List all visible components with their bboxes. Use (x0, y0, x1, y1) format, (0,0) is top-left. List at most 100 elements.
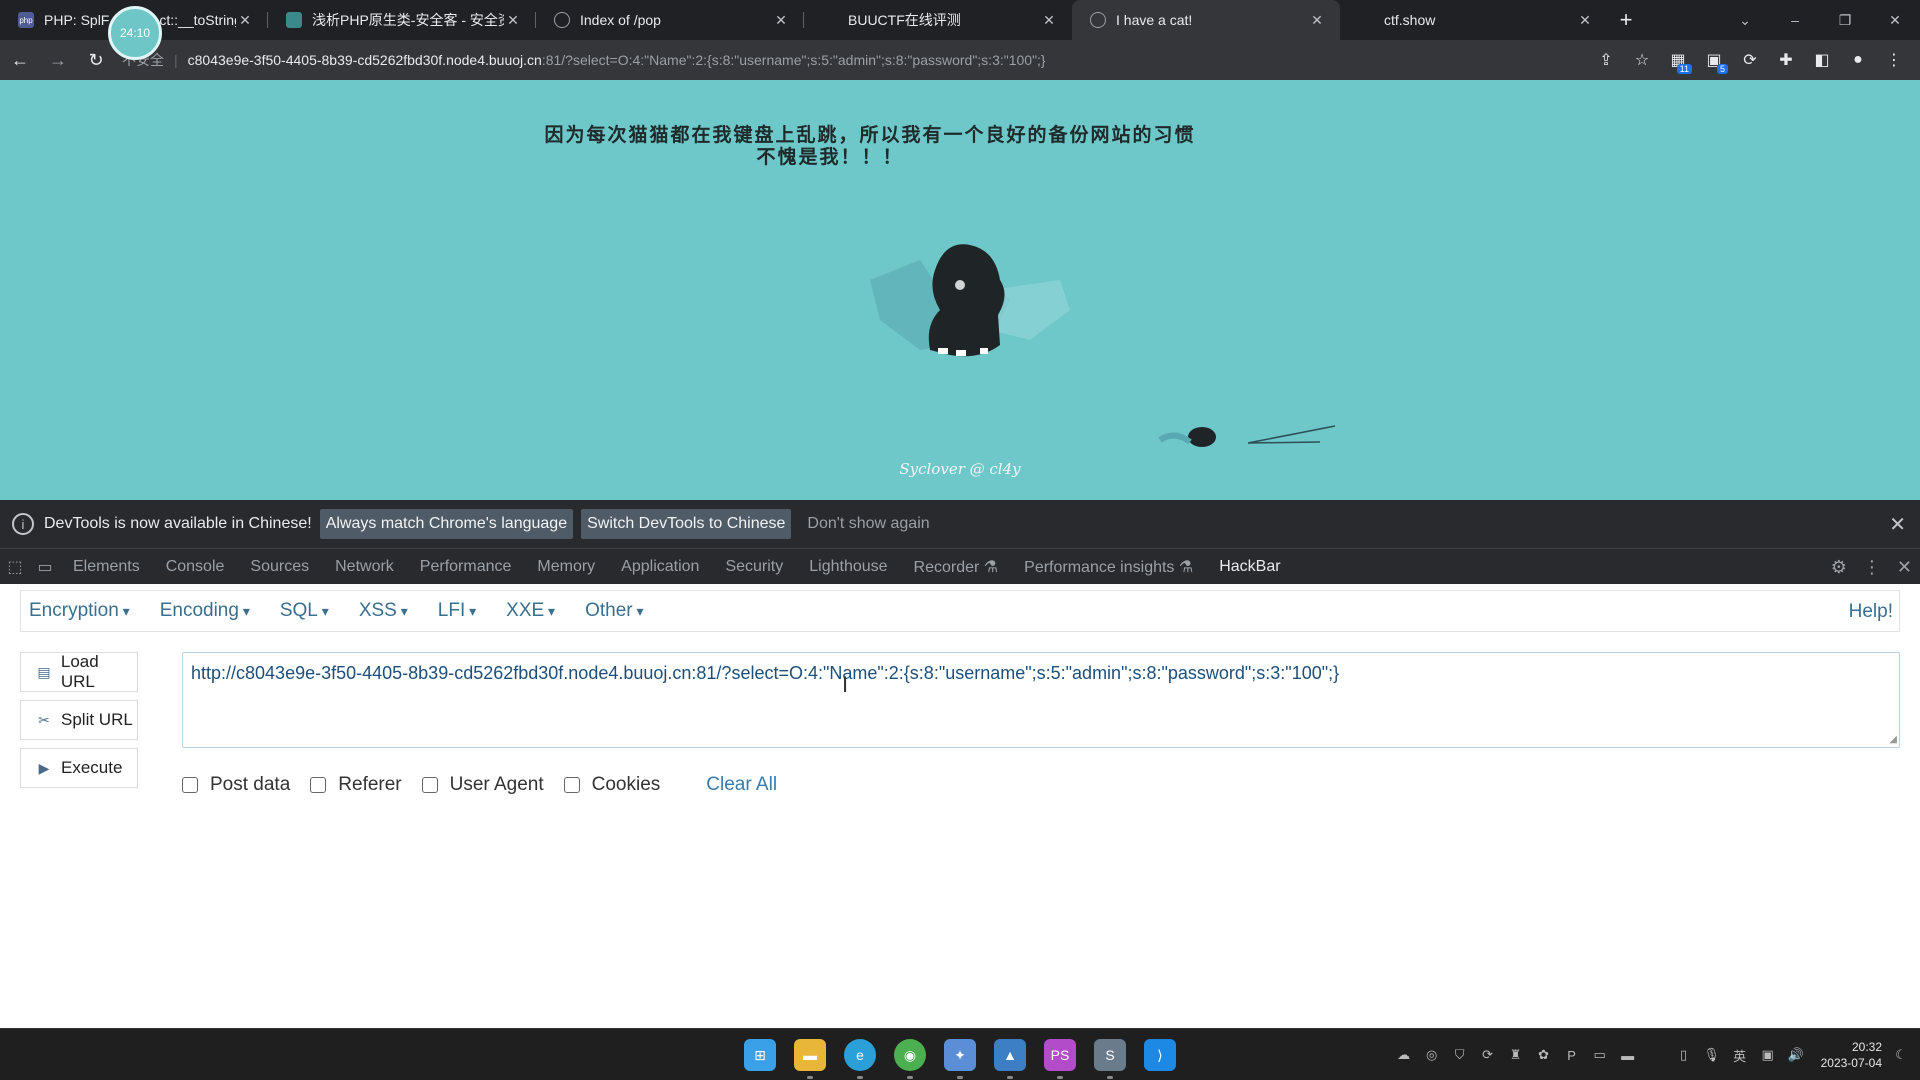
minimize-icon[interactable]: – (1770, 12, 1820, 28)
tray-p-icon[interactable]: P (1563, 1048, 1581, 1063)
vscode-icon[interactable]: ⟩ (1144, 1039, 1176, 1071)
cookies-checkbox[interactable]: Cookies (563, 774, 660, 796)
tab-memory[interactable]: Memory (524, 558, 608, 576)
ime-indicator[interactable]: 英 (1731, 1046, 1749, 1065)
close-infobar-icon[interactable]: ✕ (1889, 512, 1906, 537)
puzzle-ext-icon[interactable]: ▦ 11 (1662, 44, 1694, 76)
start-icon[interactable]: ⊞ (744, 1039, 776, 1071)
file-explorer-icon[interactable]: ▬ (794, 1039, 826, 1079)
close-tab-icon[interactable]: ✕ (1040, 12, 1058, 29)
referer-checkbox[interactable]: Referer (310, 774, 402, 796)
tab-i-have-a-cat[interactable]: I have a cat! ✕ (1072, 0, 1340, 40)
user-agent-checkbox[interactable]: User Agent (421, 774, 544, 796)
close-window-icon[interactable]: ✕ (1870, 12, 1920, 29)
switch-to-chinese-button[interactable]: Switch DevTools to Chinese (581, 509, 792, 539)
split-url-button[interactable]: ✂ Split URL (20, 700, 138, 740)
tab-elements[interactable]: Elements (60, 558, 153, 576)
tab-hackbar[interactable]: HackBar (1206, 558, 1293, 576)
menu-kebab-icon[interactable]: ⋮ (1878, 44, 1910, 76)
tray-monitor-icon[interactable]: ▭ (1591, 1047, 1609, 1063)
menu-encryption[interactable]: Encryption (21, 600, 138, 622)
close-tab-icon[interactable]: ✕ (1576, 12, 1594, 29)
share-icon[interactable]: ⇪ (1590, 44, 1622, 76)
toolbar: ← → ↻ 不安全 | c8043e9e-3f50-4405-8b39-cd52… (0, 40, 1920, 80)
microphone-icon[interactable]: 🎙 (1703, 1047, 1721, 1063)
back-icon[interactable]: ← (2, 42, 38, 78)
tray-app2-icon[interactable]: ♜ (1507, 1047, 1525, 1063)
clock[interactable]: 20:32 2023-07-04 (1821, 1039, 1882, 1071)
close-devtools-icon[interactable]: ✕ (1897, 557, 1912, 578)
battery-icon[interactable]: ▯ (1675, 1047, 1693, 1063)
phpstorm-icon[interactable]: PS (1044, 1039, 1076, 1079)
tab-performance[interactable]: Performance (407, 558, 525, 576)
close-tab-icon[interactable]: ✕ (504, 12, 522, 29)
dont-show-again-link[interactable]: Don't show again (807, 515, 929, 533)
tab-lighthouse[interactable]: Lighthouse (796, 558, 900, 576)
forward-icon[interactable]: → (40, 42, 76, 78)
close-tab-icon[interactable]: ✕ (236, 12, 254, 29)
menu-lfi[interactable]: LFI (430, 600, 484, 622)
new-tab-button[interactable]: + (1608, 0, 1644, 40)
tab-anquanke[interactable]: 浅析PHP原生类-安全客 - 安全资 ✕ (268, 0, 536, 40)
tab-title: BUUCTF在线评测 (848, 12, 961, 28)
tray-gear-icon[interactable]: ✿ (1535, 1047, 1553, 1063)
tab-security[interactable]: Security (712, 558, 796, 576)
clock-time: 20:32 (1851, 1040, 1882, 1054)
load-url-button[interactable]: ▤ Load URL (20, 652, 138, 692)
menu-other[interactable]: Other (577, 600, 651, 622)
tab-sources[interactable]: Sources (237, 558, 322, 576)
tab-ctfshow[interactable]: ctf.show ✕ (1340, 0, 1608, 40)
photos-icon[interactable]: ▲ (994, 1039, 1026, 1079)
side-panel-icon[interactable]: ◧ (1806, 44, 1838, 76)
profile-icon[interactable]: ● (1842, 44, 1874, 76)
network-icon[interactable]: ▣ (1759, 1047, 1777, 1063)
inspect-element-icon[interactable]: ⬚ (0, 557, 30, 577)
tab-title: Index of /pop (580, 12, 661, 28)
menu-sql[interactable]: SQL (272, 600, 337, 622)
sublime-icon[interactable]: S (1094, 1039, 1126, 1079)
resize-handle-icon[interactable]: ◢ (1889, 734, 1897, 745)
bookmark-star-icon[interactable]: ☆ (1626, 44, 1658, 76)
help-link[interactable]: Help! (1849, 601, 1893, 623)
tab-index-of-pop[interactable]: Index of /pop ✕ (536, 0, 804, 40)
reload-icon[interactable]: ↻ (78, 42, 114, 78)
always-match-language-button[interactable]: Always match Chrome's language (319, 509, 574, 539)
restore-icon[interactable]: ❐ (1820, 12, 1870, 29)
volume-icon[interactable]: 🔊 (1787, 1047, 1805, 1063)
notification-icon[interactable]: ☾ (1892, 1047, 1910, 1063)
execute-button[interactable]: ▶ Execute (20, 748, 138, 788)
clear-all-link[interactable]: Clear All (706, 774, 777, 796)
tab-console[interactable]: Console (153, 558, 238, 576)
post-data-checkbox[interactable]: Post data (182, 774, 290, 796)
menu-xxe[interactable]: XXE (498, 600, 563, 622)
tray-display-icon[interactable]: ▬ (1619, 1048, 1637, 1063)
text-cursor-icon: I (842, 672, 849, 697)
menu-encoding[interactable]: Encoding (152, 600, 258, 622)
close-tab-icon[interactable]: ✕ (772, 12, 790, 29)
window-controls: ⌄ – ❐ ✕ (1720, 0, 1920, 40)
devtools-menu-icon[interactable]: ⋮ (1863, 557, 1881, 578)
tray-app-icon[interactable]: ☁ (1395, 1047, 1413, 1063)
extensions-puzzle-icon[interactable]: ✚ (1770, 44, 1802, 76)
chrome-icon[interactable]: ◉ (894, 1039, 926, 1079)
address-bar[interactable]: 不安全 | c8043e9e-3f50-4405-8b39-cd5262fbd3… (122, 44, 1342, 76)
tray-camera-icon[interactable]: ◎ (1423, 1047, 1441, 1063)
settings-gear-icon[interactable]: ⚙ (1831, 557, 1847, 578)
tab-recorder[interactable]: Recorder ⚗ (901, 557, 1012, 577)
device-toolbar-icon[interactable]: ▭ (30, 557, 60, 577)
tab-performance-insights[interactable]: Performance insights ⚗ (1011, 557, 1206, 577)
tab-network[interactable]: Network (322, 558, 407, 576)
close-tab-icon[interactable]: ✕ (1308, 12, 1326, 29)
menu-xss[interactable]: XSS (351, 600, 416, 622)
screen-ext-icon[interactable]: ▣ 5 (1698, 44, 1730, 76)
tab-buuctf[interactable]: BUUCTF在线评测 ✕ (804, 0, 1072, 40)
sync-ext-icon[interactable]: ⟳ (1734, 44, 1766, 76)
app-icon[interactable]: ✦ (944, 1039, 976, 1079)
tab-search-icon[interactable]: ⌄ (1720, 12, 1770, 29)
tab-application[interactable]: Application (608, 558, 712, 576)
tray-shield-icon[interactable]: ⛉ (1451, 1047, 1469, 1063)
tray-sync-icon[interactable]: ⟳ (1479, 1047, 1497, 1063)
hackbar-actions: ▤ Load URL ✂ Split URL ▶ Execute (20, 652, 140, 796)
edge-icon[interactable]: e (844, 1039, 876, 1079)
url-textarea[interactable]: http://c8043e9e-3f50-4405-8b39-cd5262fbd… (182, 652, 1900, 748)
